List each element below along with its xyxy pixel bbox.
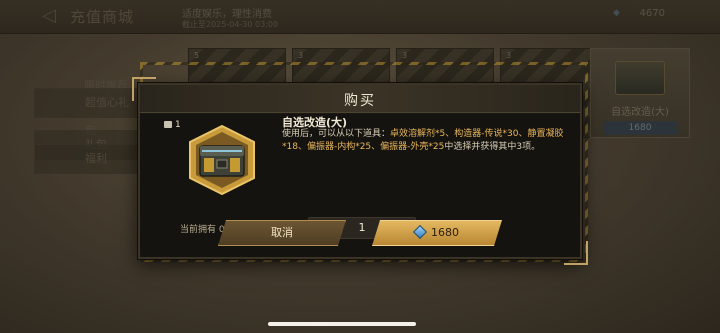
gem-icon (413, 225, 427, 239)
purchase-dialog: 购买 1 自选改造(大) 使用后，可以从以下道具：卓效溶解剂*5、构造器-传说*… (132, 77, 588, 265)
box-icon (164, 121, 172, 128)
chest-icon (189, 124, 255, 196)
item-description: 使用后，可以从以下道具：卓效溶解剂*5、构造器-传说*30、静置凝胶*18、偏振… (282, 128, 564, 154)
item-preview: 1 (154, 120, 274, 220)
item-quantity: 1 (175, 120, 181, 130)
cancel-button[interactable]: 取消 (218, 220, 346, 246)
buy-price: 1680 (431, 226, 459, 239)
item-quantity-badge: 1 (164, 120, 181, 130)
owned-count-label: 当前拥有 0 (180, 225, 225, 235)
dialog-header: 购买 (140, 85, 580, 113)
dialog-title: 购买 (344, 93, 376, 109)
buy-button[interactable]: 1680 (372, 220, 502, 246)
desc-outro: 中选择并获得其中3项。 (444, 142, 541, 152)
home-indicator[interactable] (268, 322, 416, 326)
dialog-body: 1 自选改造(大) 使用后，可以从以下道具：卓效溶解剂*5、构造器-传说*30、… (140, 114, 580, 257)
desc-intro: 使用后，可以从以下道具： (282, 129, 391, 139)
